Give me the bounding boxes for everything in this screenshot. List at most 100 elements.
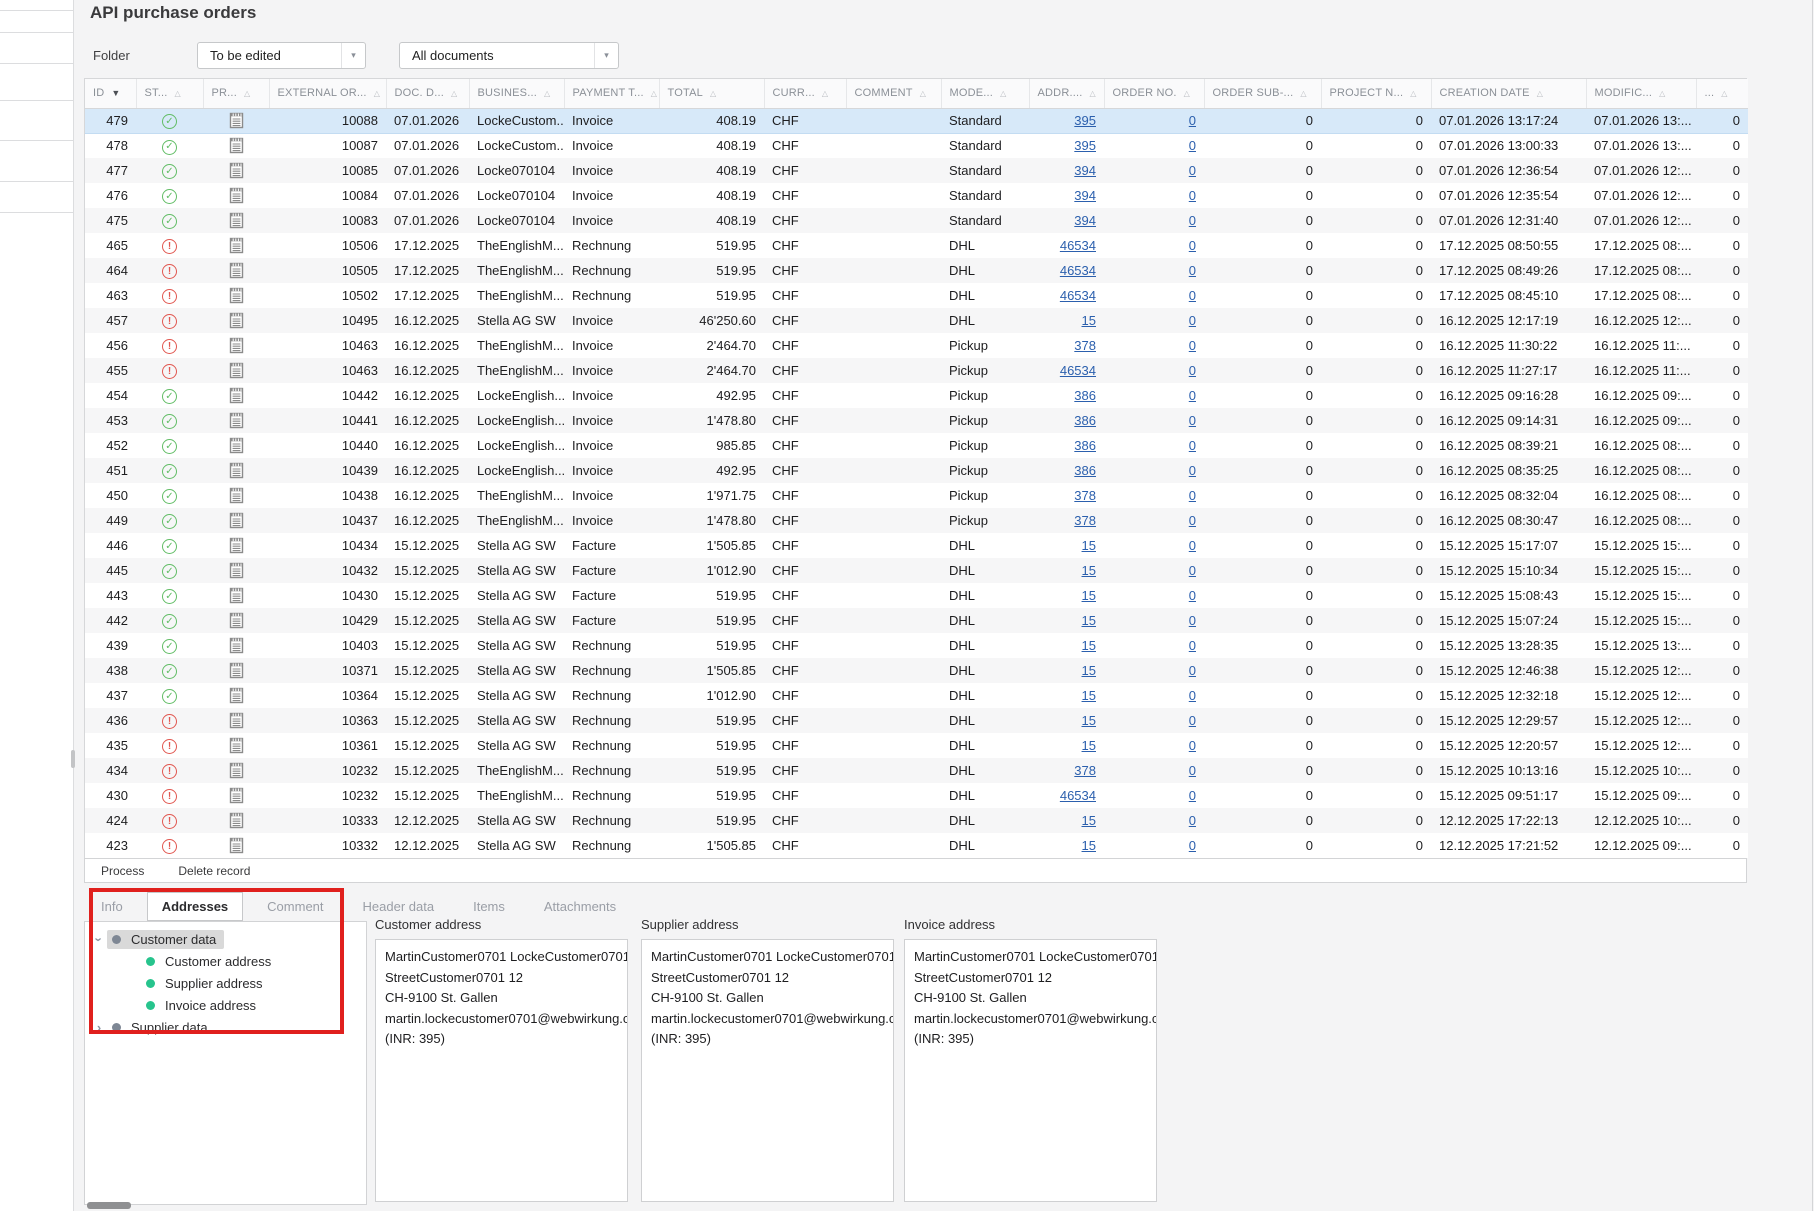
table-row[interactable]: 455!1046316.12.2025TheEnglishM...Invoice… [85, 358, 1748, 383]
table-row[interactable]: 446✓1043415.12.2025Stella AG SWFacture1'… [85, 533, 1748, 558]
column-header-curr[interactable]: CURR...△ [764, 79, 846, 108]
address-box[interactable]: MartinCustomer0701 LockeCustomer0701Stre… [641, 939, 894, 1202]
table-row[interactable]: 451✓1043916.12.2025LockeEnglish...Invoic… [85, 458, 1748, 483]
order-no-link[interactable]: 0 [1189, 163, 1196, 178]
table-row[interactable]: 456!1046316.12.2025TheEnglishM...Invoice… [85, 333, 1748, 358]
table-row[interactable]: 457!1049516.12.2025Stella AG SWInvoice46… [85, 308, 1748, 333]
table-row[interactable]: 463!1050217.12.2025TheEnglishM...Rechnun… [85, 283, 1748, 308]
address-link[interactable]: 15 [1082, 313, 1096, 328]
column-header-comment[interactable]: COMMENT△ [846, 79, 941, 108]
column-header-col[interactable]: ...△ [1696, 79, 1748, 108]
documents-select[interactable]: All documents ▾ [399, 42, 619, 69]
table-row[interactable]: 424!1033312.12.2025Stella AG SWRechnung5… [85, 808, 1748, 833]
address-link[interactable]: 395 [1074, 113, 1096, 128]
table-row[interactable]: 479✓1008807.01.2026LockeCustom...Invoice… [85, 108, 1748, 133]
table-row[interactable]: 475✓1008307.01.2026Locke070104Invoice408… [85, 208, 1748, 233]
address-link[interactable]: 378 [1074, 338, 1096, 353]
table-row[interactable]: 435!1036115.12.2025Stella AG SWRechnung5… [85, 733, 1748, 758]
order-no-link[interactable]: 0 [1189, 113, 1196, 128]
address-link[interactable]: 386 [1074, 413, 1096, 428]
address-link[interactable]: 394 [1074, 188, 1096, 203]
order-no-link[interactable]: 0 [1189, 513, 1196, 528]
address-link[interactable]: 386 [1074, 438, 1096, 453]
table-row[interactable]: 477✓1008507.01.2026Locke070104Invoice408… [85, 158, 1748, 183]
column-header-st[interactable]: ST...△ [136, 79, 203, 108]
address-link[interactable]: 394 [1074, 163, 1096, 178]
order-no-link[interactable]: 0 [1189, 138, 1196, 153]
column-header-doc-d[interactable]: DOC. D...△ [386, 79, 469, 108]
order-no-link[interactable]: 0 [1189, 488, 1196, 503]
order-no-link[interactable]: 0 [1189, 788, 1196, 803]
order-no-link[interactable]: 0 [1189, 613, 1196, 628]
chevron-down-icon[interactable]: ▾ [341, 43, 365, 68]
order-no-link[interactable]: 0 [1189, 288, 1196, 303]
tree-item-supplier-address[interactable]: Supplier address [85, 972, 366, 994]
address-link[interactable]: 386 [1074, 388, 1096, 403]
address-link[interactable]: 15 [1082, 638, 1096, 653]
table-row[interactable]: 442✓1042915.12.2025Stella AG SWFacture51… [85, 608, 1748, 633]
order-no-link[interactable]: 0 [1189, 388, 1196, 403]
tab-addresses[interactable]: Addresses [147, 892, 243, 921]
address-link[interactable]: 46534 [1060, 788, 1096, 803]
table-row[interactable]: 430!1023215.12.2025TheEnglishM...Rechnun… [85, 783, 1748, 808]
order-no-link[interactable]: 0 [1189, 213, 1196, 228]
table-row[interactable]: 437✓1036415.12.2025Stella AG SWRechnung1… [85, 683, 1748, 708]
tab-info[interactable]: Info [86, 892, 138, 921]
folder-select[interactable]: To be edited ▾ [197, 42, 366, 69]
process-button[interactable]: Process [85, 864, 160, 878]
address-link[interactable]: 15 [1082, 613, 1096, 628]
column-header-order-sub[interactable]: ORDER SUB-...△ [1204, 79, 1321, 108]
table-row[interactable]: 436!1036315.12.2025Stella AG SWRechnung5… [85, 708, 1748, 733]
order-no-link[interactable]: 0 [1189, 588, 1196, 603]
address-link[interactable]: 378 [1074, 763, 1096, 778]
address-link[interactable]: 378 [1074, 488, 1096, 503]
address-link[interactable]: 46534 [1060, 288, 1096, 303]
order-no-link[interactable]: 0 [1189, 238, 1196, 253]
address-link[interactable]: 378 [1074, 513, 1096, 528]
column-header-order-no[interactable]: ORDER NO.△ [1104, 79, 1204, 108]
column-header-id[interactable]: ID▼ [85, 79, 136, 108]
table-row[interactable]: 453✓1044116.12.2025LockeEnglish...Invoic… [85, 408, 1748, 433]
column-header-project-n[interactable]: PROJECT N...△ [1321, 79, 1431, 108]
order-no-link[interactable]: 0 [1189, 263, 1196, 278]
order-no-link[interactable]: 0 [1189, 688, 1196, 703]
address-link[interactable]: 15 [1082, 588, 1096, 603]
address-box[interactable]: MartinCustomer0701 LockeCustomer0701Stre… [904, 939, 1157, 1202]
address-link[interactable]: 46534 [1060, 263, 1096, 278]
chevron-down-icon[interactable]: › [92, 931, 107, 947]
column-header-pr[interactable]: PR...△ [203, 79, 269, 108]
chevron-down-icon[interactable]: ▾ [594, 43, 618, 68]
table-row[interactable]: 423!1033212.12.2025Stella AG SWRechnung1… [85, 833, 1748, 858]
table-row[interactable]: 449✓1043716.12.2025TheEnglishM...Invoice… [85, 508, 1748, 533]
order-no-link[interactable]: 0 [1189, 763, 1196, 778]
order-no-link[interactable]: 0 [1189, 713, 1196, 728]
order-no-link[interactable]: 0 [1189, 338, 1196, 353]
column-header-modific[interactable]: MODIFIC...△ [1586, 79, 1696, 108]
table-row[interactable]: 439✓1040315.12.2025Stella AG SWRechnung5… [85, 633, 1748, 658]
order-no-link[interactable]: 0 [1189, 313, 1196, 328]
horizontal-scrollbar-thumb[interactable] [87, 1202, 131, 1209]
order-no-link[interactable]: 0 [1189, 738, 1196, 753]
order-no-link[interactable]: 0 [1189, 563, 1196, 578]
address-link[interactable]: 15 [1082, 663, 1096, 678]
column-header-addr[interactable]: ADDR....△ [1029, 79, 1104, 108]
address-box[interactable]: MartinCustomer0701 LockeCustomer0701Stre… [375, 939, 628, 1202]
address-link[interactable]: 15 [1082, 563, 1096, 578]
order-no-link[interactable]: 0 [1189, 813, 1196, 828]
column-header-busines[interactable]: BUSINES...△ [469, 79, 564, 108]
order-no-link[interactable]: 0 [1189, 438, 1196, 453]
tree-item-invoice-address[interactable]: Invoice address [85, 994, 366, 1016]
tree-item-customer-address[interactable]: Customer address [85, 950, 366, 972]
tree-item-customer-data[interactable]: ›Customer data [85, 928, 366, 950]
address-link[interactable]: 15 [1082, 688, 1096, 703]
address-link[interactable]: 15 [1082, 538, 1096, 553]
order-no-link[interactable]: 0 [1189, 188, 1196, 203]
address-link[interactable]: 395 [1074, 138, 1096, 153]
order-no-link[interactable]: 0 [1189, 638, 1196, 653]
table-row[interactable]: 445✓1043215.12.2025Stella AG SWFacture1'… [85, 558, 1748, 583]
address-link[interactable]: 46534 [1060, 238, 1096, 253]
order-no-link[interactable]: 0 [1189, 463, 1196, 478]
order-no-link[interactable]: 0 [1189, 838, 1196, 853]
column-header-external-or[interactable]: EXTERNAL OR...△ [269, 79, 386, 108]
address-link[interactable]: 394 [1074, 213, 1096, 228]
